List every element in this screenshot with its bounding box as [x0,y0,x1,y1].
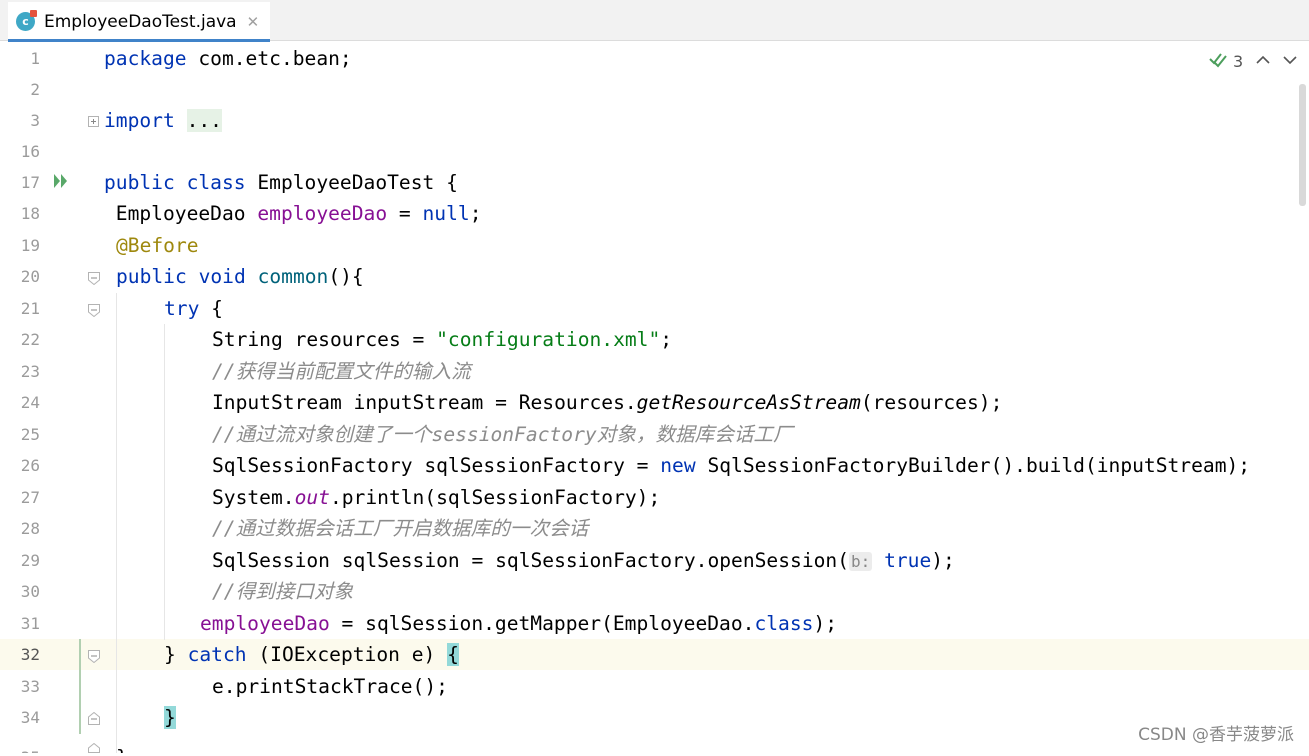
code-line: 29 SqlSession sqlSession = sqlSessionFac… [0,545,1309,576]
code-line: 26 SqlSessionFactory sqlSessionFactory =… [0,450,1309,481]
code-line: 1 package com.etc.bean; [0,43,1309,74]
code-line: 2 [0,74,1309,105]
code-line: 22 String resources = "configuration.xml… [0,324,1309,355]
code-text: @Before [116,234,199,257]
code-line: 31 employeeDao = sqlSession.getMapper(Em… [0,608,1309,639]
tab-file-name: EmployeeDaoTest.java [44,11,237,32]
code-line: 33 e.printStackTrace(); [0,671,1309,702]
line-number: 3 [30,111,40,130]
line-number: 31 [20,614,40,633]
line-number: 29 [20,551,40,570]
fold-end-icon[interactable] [88,712,100,725]
fold-end-icon[interactable] [88,743,100,756]
code-line: 25 //通过流对象创建了一个sessionFactory对象，数据库会话工厂 [0,419,1309,450]
code-text: SqlSessionFactory sqlSessionFactory = ne… [212,454,1251,477]
line-number: 23 [20,362,40,381]
code-line: 27 System.out.println(sqlSessionFactory)… [0,482,1309,513]
java-class-icon: c [16,10,37,31]
code-text: System.out.println(sqlSessionFactory); [212,486,661,509]
code-text: SqlSession sqlSession = sqlSessionFactor… [212,549,955,572]
chevron-down-icon[interactable] [1283,53,1297,69]
code-text: } catch (IOException e) { [164,643,459,666]
current-code-line: 32 } catch (IOException e) { [0,639,1309,670]
line-number: 30 [20,582,40,601]
fold-collapse-icon[interactable] [88,272,100,285]
fold-collapse-icon[interactable] [88,304,100,317]
fold-collapse-icon[interactable] [88,650,100,663]
line-number: 28 [20,519,40,538]
code-line: 23 //获得当前配置文件的输入流 [0,356,1309,387]
code-line: 21 try { [0,293,1309,324]
code-line: 24 InputStream inputStream = Resources.g… [0,387,1309,418]
code-text: } [164,702,176,733]
code-text: EmployeeDao employeeDao = null; [104,202,482,225]
code-text: String resources = "configuration.xml"; [212,328,673,351]
run-test-icon[interactable] [53,173,69,193]
code-text: employeeDao = sqlSession.getMapper(Emplo… [200,612,838,635]
line-number: 24 [20,393,40,412]
code-text: InputStream inputStream = Resources.getR… [212,391,1003,414]
inspections-widget[interactable]: 3 [1208,50,1297,72]
line-number: 27 [20,488,40,507]
code-text: import ... [104,109,222,132]
folded-imports[interactable]: ... [186,109,222,132]
editor-tab-bar: c EmployeeDaoTest.java ✕ [0,0,1309,42]
line-number: 19 [20,236,40,255]
code-editor[interactable]: 1 package com.etc.bean; 2 3 import ... 1… [0,42,1309,753]
line-number: 33 [20,677,40,696]
vertical-scrollbar[interactable] [1299,84,1306,206]
matched-brace: } [164,706,176,729]
line-number: 2 [30,80,40,99]
line-number: 21 [20,299,40,318]
line-number: 26 [20,456,40,475]
line-number: 25 [20,425,40,444]
code-line: 3 import ... [0,105,1309,136]
line-number: 20 [20,267,40,286]
line-number: 16 [20,142,40,161]
code-text: try { [164,297,223,320]
vcs-change-marker[interactable] [79,639,81,734]
line-number: 35 [0,742,40,753]
code-line: 19 @Before [0,230,1309,261]
test-marker-icon [30,10,37,17]
chevron-up-icon[interactable] [1256,53,1270,69]
parameter-hint: b: [849,552,873,571]
code-line: 20 public void common(){ [0,261,1309,292]
line-number: 34 [20,708,40,727]
code-line: 34 } [0,702,1309,733]
line-number: 22 [20,330,40,349]
watermark-text: CSDN @香芋菠萝派 [1138,725,1294,745]
code-line: 28 //通过数据会话工厂开启数据库的一次会话 [0,513,1309,544]
code-text: package com.etc.bean; [104,47,352,70]
code-text: public void common(){ [116,265,364,288]
line-number: 1 [30,49,40,68]
indent-guide [164,324,165,640]
code-text: e.printStackTrace(); [212,675,448,698]
code-line: 18 EmployeeDao employeeDao = null; [0,198,1309,229]
fold-expand-icon[interactable] [88,116,99,127]
indent-guide [116,293,117,753]
code-line: 35 } [0,734,1309,753]
close-icon[interactable]: ✕ [247,13,260,31]
code-comment: //通过流对象创建了一个sessionFactory对象，数据库会话工厂 [212,423,793,446]
line-number: 32 [20,645,40,664]
code-comment: //获得当前配置文件的输入流 [212,360,471,383]
code-line: 30 //得到接口对象 [0,576,1309,607]
editor-tab[interactable]: c EmployeeDaoTest.java ✕ [8,2,270,42]
code-text: public class EmployeeDaoTest { [104,171,458,194]
code-comment: //通过数据会话工厂开启数据库的一次会话 [212,517,589,540]
code-line: 17 public class EmployeeDaoTest { [0,167,1309,198]
code-line: 16 [0,136,1309,167]
check-double-icon [1208,50,1228,72]
line-number: 18 [20,204,40,223]
code-text: } [116,742,128,753]
line-number: 17 [20,173,40,192]
inspection-count: 3 [1233,51,1244,71]
matched-brace: { [447,643,459,666]
code-comment: //得到接口对象 [212,580,354,603]
